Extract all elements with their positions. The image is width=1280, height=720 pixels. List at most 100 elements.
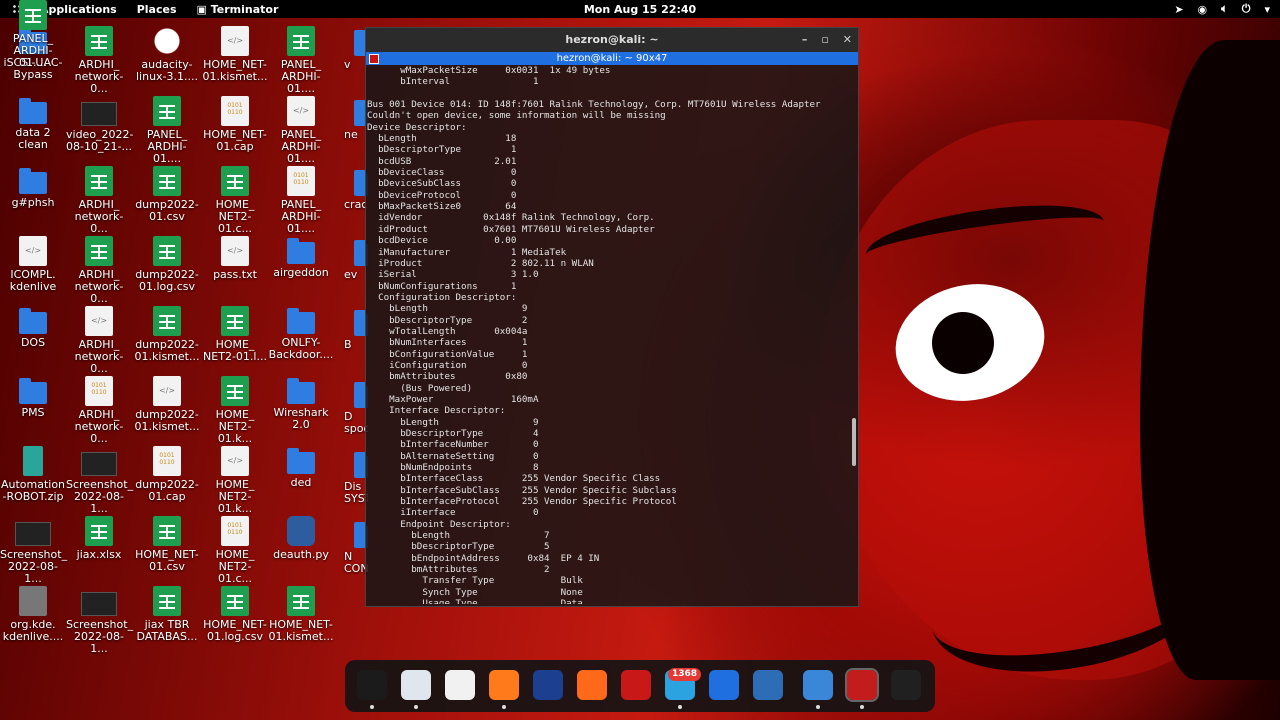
- chevron-down-icon[interactable]: ▾: [1264, 3, 1270, 16]
- desktop-icon[interactable]: PANEL_ ARDHI-01....: [268, 26, 334, 95]
- settings-app-icon[interactable]: [803, 670, 833, 700]
- terminator-taskbar-item[interactable]: ▣ Terminator: [187, 3, 289, 16]
- terminal-output[interactable]: wMaxPacketSize 0x0031 1x 49 bytes bInter…: [366, 65, 858, 604]
- desktop-icon[interactable]: HOME_ NET2-01.c...: [202, 516, 268, 585]
- desktop-icon-label: Automation -ROBOT.zip: [0, 478, 66, 503]
- desktop-icon[interactable]: HOME_ NET2-01.k...: [202, 376, 268, 445]
- system-monitor-app-icon[interactable]: [753, 670, 783, 700]
- desktop-icon[interactable]: PANEL_ ARDHI-01....: [268, 166, 334, 235]
- teamviewer-app-icon[interactable]: [709, 670, 739, 700]
- desktop-icon[interactable]: data 2 clean: [0, 96, 66, 151]
- desktop-icon[interactable]: dump2022- 01.kismet...: [134, 376, 200, 433]
- show-apps-icon[interactable]: [891, 670, 921, 700]
- dock: [345, 660, 935, 712]
- desktop-icon[interactable]: HOME_NET- 01.cap: [202, 96, 268, 153]
- desktop-icon-label: jiax.xlsx: [76, 548, 122, 561]
- maximize-icon[interactable]: ▫: [821, 28, 828, 52]
- desktop-icon[interactable]: ARDHI_ network-0...: [66, 306, 132, 375]
- terminal-window[interactable]: hezron@kali: ~ – ▫ ✕ hezron@kali: ~ 90x4…: [365, 27, 859, 607]
- desktop-icon[interactable]: Screenshot_ 2022-08-1...: [66, 446, 134, 515]
- sheet-icon: [85, 26, 113, 56]
- desktop-icon-label: ev: [344, 268, 358, 281]
- desktop-icon[interactable]: PANEL_ ARDHI-01....: [0, 0, 66, 69]
- desktop-icon[interactable]: HOME_NET- 01.csv: [134, 516, 200, 573]
- desktop-icon[interactable]: HOME_NET- 01.kismet...: [202, 26, 268, 83]
- desktop-icon[interactable]: v: [338, 28, 368, 71]
- desktop-icon[interactable]: PMS: [0, 376, 66, 419]
- doc-icon: [221, 236, 249, 266]
- desktop-icon[interactable]: g#phsh: [0, 166, 66, 209]
- terminal-app-icon[interactable]: [357, 670, 387, 700]
- desktop-icon[interactable]: Automation -ROBOT.zip: [0, 446, 66, 503]
- sheet-icon: [153, 96, 181, 126]
- cherrytree-app-icon[interactable]: [621, 670, 651, 700]
- desktop-icon[interactable]: DOS: [0, 306, 66, 349]
- places-menu[interactable]: Places: [127, 3, 187, 16]
- desktop-icon[interactable]: crac: [338, 168, 368, 211]
- telegram-tray-icon[interactable]: ➤: [1174, 3, 1183, 16]
- desktop-icon[interactable]: N CONT: [338, 520, 368, 575]
- sheet-icon: [221, 306, 249, 336]
- terminal-tab[interactable]: hezron@kali: ~ 90x47: [366, 52, 858, 65]
- desktop-icon-label: ONLFY- Backdoor....: [268, 336, 334, 361]
- desktop-icon[interactable]: HOME_NET- 01.log.csv: [202, 586, 268, 643]
- desktop-icon[interactable]: ev: [338, 238, 368, 281]
- desktop-icon-label: org.kde. kdenlive....: [2, 618, 64, 643]
- desktop-icon-label: Screenshot_ 2022-08-1...: [66, 478, 134, 515]
- desktop-icon[interactable]: PANEL_ ARDHI-01....: [134, 96, 200, 165]
- desktop-icon[interactable]: HOME_NET- 01.kismet...: [268, 586, 334, 643]
- terminator-app-icon[interactable]: [845, 668, 879, 702]
- desktop-icon[interactable]: ICOMPL. kdenlive: [0, 236, 66, 293]
- firefox-app-icon[interactable]: [489, 670, 519, 700]
- desktop-icon[interactable]: HOME_ NET2-01.l...: [202, 306, 268, 363]
- desktop-icon[interactable]: dump2022- 01.cap: [134, 446, 200, 503]
- desktop-icon-label: ARDHI_ network-0...: [74, 58, 124, 95]
- desktop-icon[interactable]: Wireshark 2.0: [268, 376, 334, 431]
- desktop-icon[interactable]: dump2022- 01.csv: [134, 166, 200, 223]
- desktop-icon[interactable]: airgeddon: [268, 236, 334, 279]
- desktop-icon[interactable]: ARDHI_ network-0...: [66, 26, 132, 95]
- desktop-icon[interactable]: Dis SYST: [338, 450, 368, 505]
- desktop-icon[interactable]: B: [338, 308, 368, 351]
- desktop-icon[interactable]: ne: [338, 98, 368, 141]
- desktop-icon[interactable]: deauth.py: [268, 516, 334, 561]
- text-editor-app-icon[interactable]: [445, 670, 475, 700]
- desktop-icon[interactable]: HOME_ NET2-01.k...: [202, 446, 268, 515]
- desktop-icon[interactable]: audacity- linux-3.1....: [134, 26, 200, 83]
- desktop-icon[interactable]: dump2022- 01.log.csv: [134, 236, 200, 293]
- desktop-icon[interactable]: ARDHI_ network-0...: [66, 376, 132, 445]
- desktop-icon[interactable]: dump2022- 01.kismet...: [134, 306, 200, 363]
- files-app-icon[interactable]: [401, 670, 431, 700]
- clock[interactable]: Mon Aug 15 22:40: [584, 3, 696, 16]
- desktop-icon[interactable]: HOME_ NET2-01.c...: [202, 166, 268, 235]
- desktop-icon[interactable]: jiax.xlsx: [66, 516, 132, 561]
- desktop-icon[interactable]: Screenshot_ 2022-08-1...: [0, 516, 67, 585]
- metasploit-app-icon[interactable]: [533, 670, 563, 700]
- discord-tray-icon[interactable]: ◉: [1198, 3, 1208, 16]
- desktop-icon[interactable]: ARDHI_ network-0...: [66, 236, 132, 305]
- desktop-icon-label: v: [344, 58, 351, 71]
- power-icon[interactable]: ⏻: [1242, 2, 1251, 16]
- folder-icon: [287, 308, 315, 334]
- desktop-icon[interactable]: jiax TBR DATABAS...: [134, 586, 200, 643]
- desktop-icon[interactable]: ONLFY- Backdoor....: [268, 306, 334, 361]
- terminal-scrollbar[interactable]: [852, 418, 856, 466]
- desktop-icon[interactable]: Screenshot_ 2022-08-1...: [66, 586, 133, 655]
- desktop-icon[interactable]: pass.txt: [202, 236, 268, 281]
- desktop-icon[interactable]: D spoo: [338, 380, 368, 435]
- desktop-icon[interactable]: ARDHI_ network-0...: [66, 166, 132, 235]
- desktop-icon[interactable]: video_2022- 08-10_21-...: [66, 96, 134, 153]
- terminal-titlebar[interactable]: hezron@kali: ~ – ▫ ✕: [366, 28, 858, 52]
- desktop-icon-label: PANEL_ ARDHI-01....: [146, 128, 188, 165]
- minimize-icon[interactable]: –: [802, 28, 808, 52]
- desktop-icon[interactable]: ded: [268, 446, 334, 489]
- burpsuite-app-icon[interactable]: [577, 670, 607, 700]
- close-icon[interactable]: ✕: [843, 28, 852, 52]
- desktop-icon[interactable]: PANEL_ ARDHI-01....: [268, 96, 334, 165]
- desktop-icon-label: dump2022- 01.kismet...: [134, 338, 200, 363]
- kde-icon: [19, 586, 47, 616]
- volume-icon[interactable]: 🔈︎: [1221, 2, 1228, 16]
- doc-icon: [221, 26, 249, 56]
- desktop-icon[interactable]: org.kde. kdenlive....: [0, 586, 66, 643]
- sheet-icon: [221, 586, 249, 616]
